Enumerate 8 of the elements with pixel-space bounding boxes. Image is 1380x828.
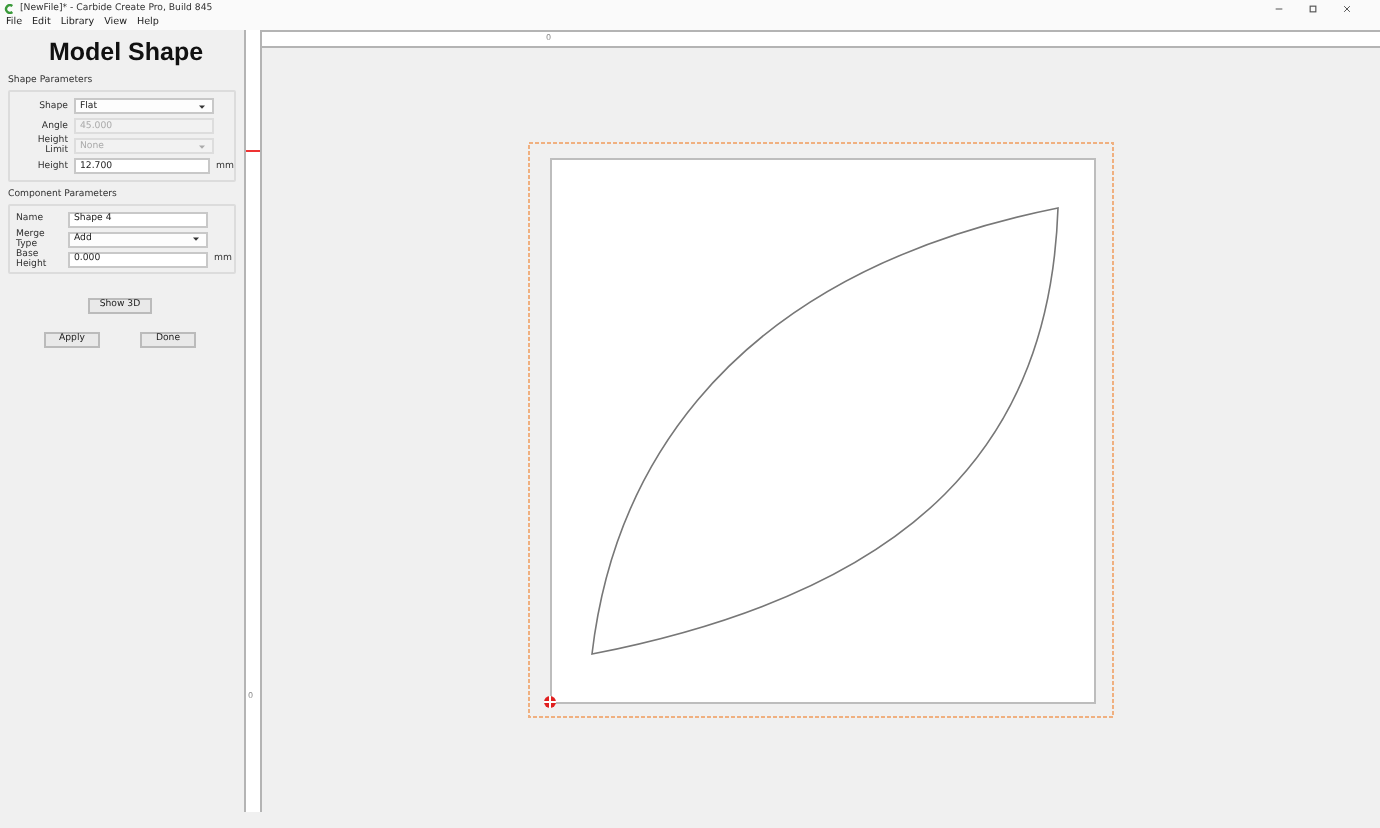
app-icon xyxy=(4,3,14,13)
panel-title: Model Shape xyxy=(46,38,206,66)
origin-icon xyxy=(543,695,557,709)
caret-icon xyxy=(198,143,206,150)
close-icon[interactable] xyxy=(1342,3,1352,13)
caret-icon xyxy=(192,236,200,243)
restore-icon[interactable] xyxy=(1308,3,1318,13)
caret-icon xyxy=(198,103,206,110)
